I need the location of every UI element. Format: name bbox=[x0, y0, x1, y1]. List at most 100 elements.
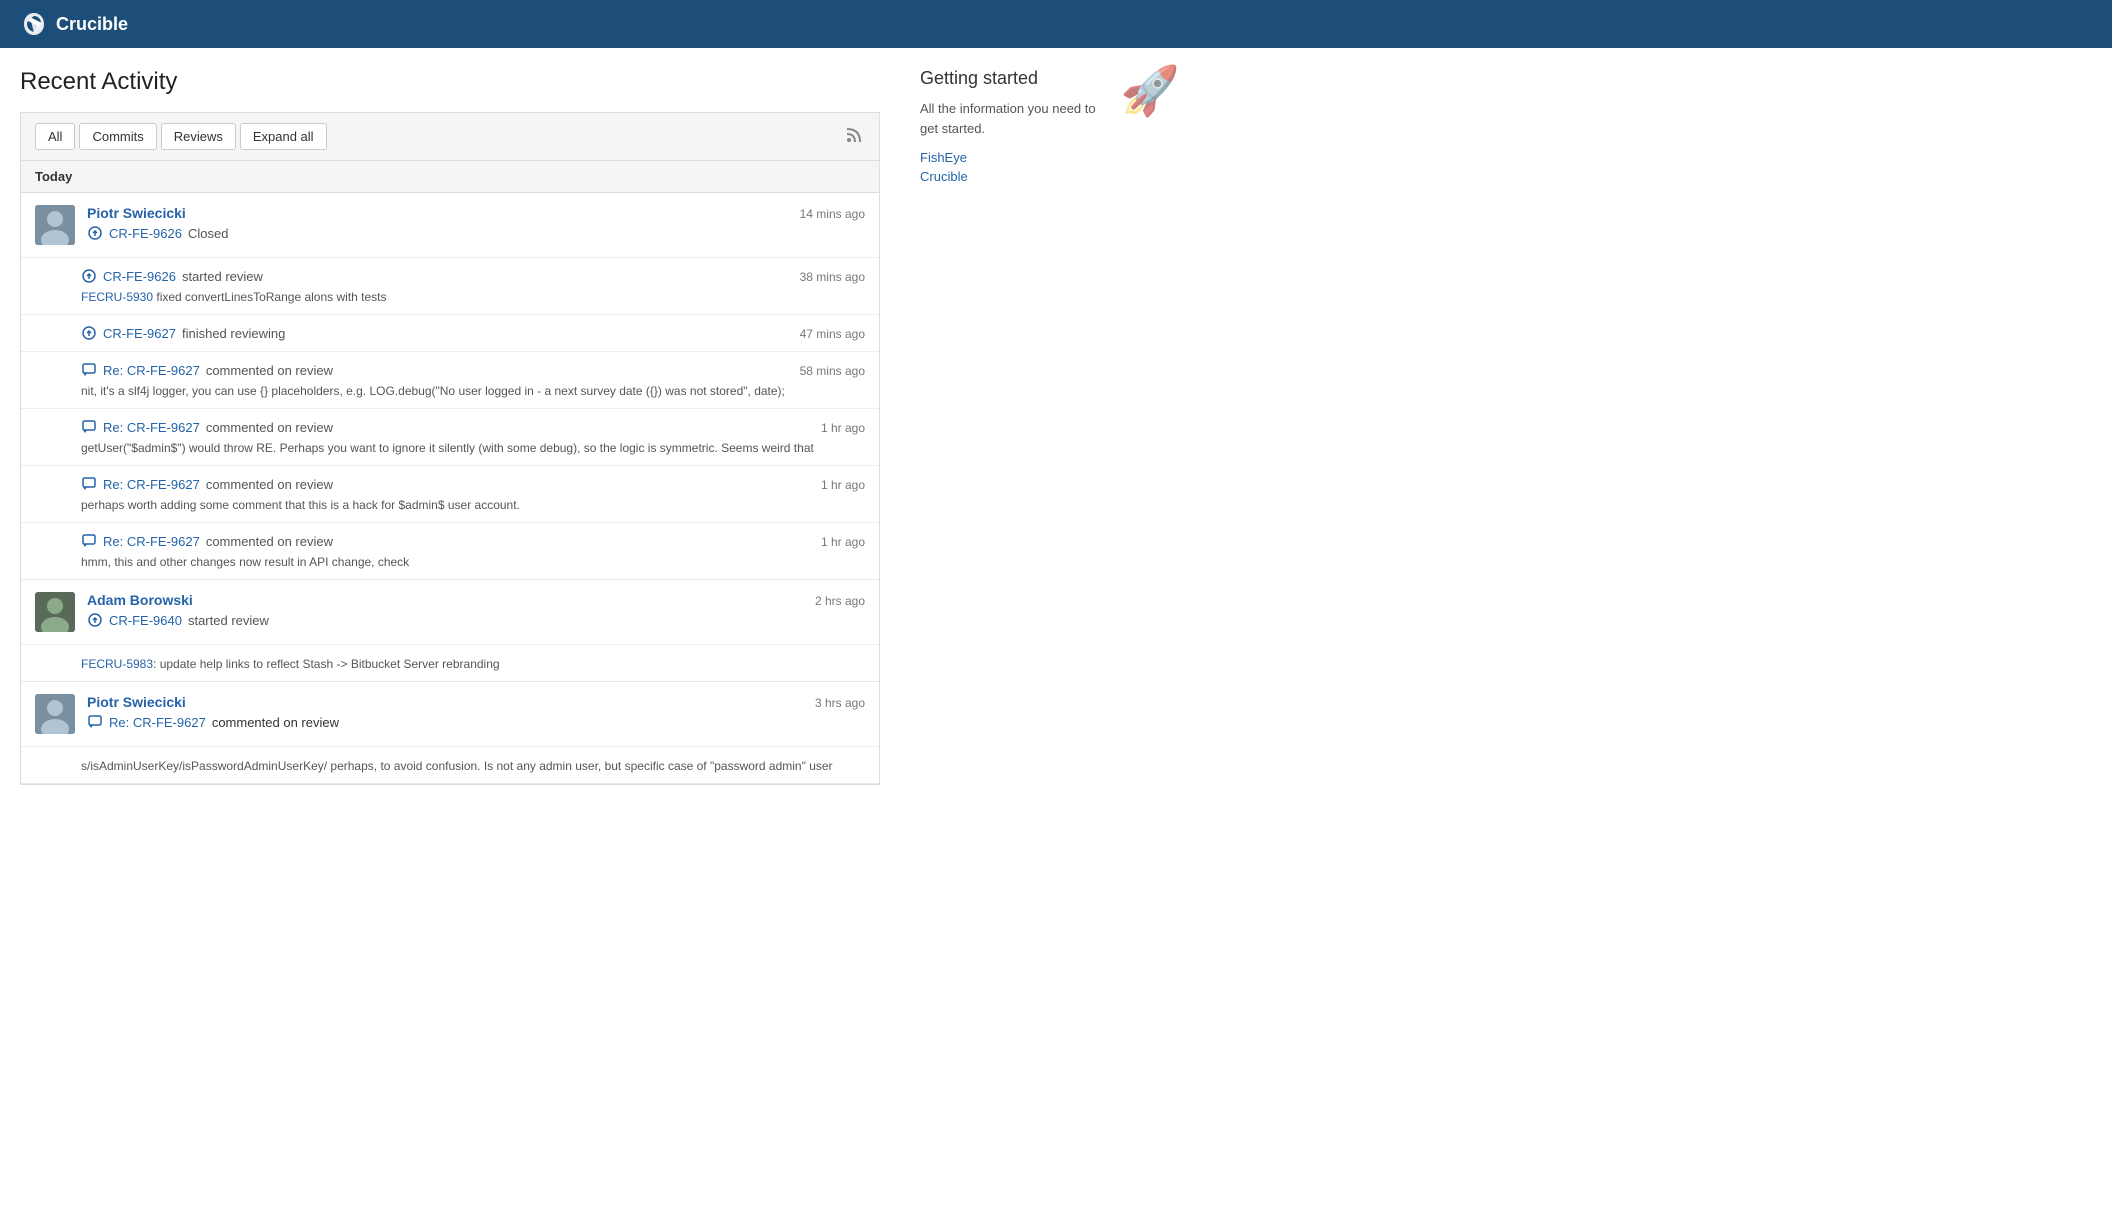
user-info-adam: Adam Borowski CR-FE-9640 started revie bbox=[87, 592, 803, 628]
sidebar-link-fisheye[interactable]: FishEye bbox=[920, 150, 1110, 165]
comment-link-3[interactable]: Re: CR-FE-9627 bbox=[103, 363, 200, 378]
sub-item-6: Re: CR-FE-9627 commented on review 1 hr … bbox=[21, 523, 879, 579]
sub-item-ref-6: Re: CR-FE-9627 commented on review bbox=[81, 533, 333, 549]
sub-review-link-9627-finish[interactable]: CR-FE-9627 bbox=[103, 326, 176, 341]
sub-commit-1: FECRU-5930 fixed convertLinesToRange alo… bbox=[81, 290, 865, 304]
commit-link-5930[interactable]: FECRU-5930 bbox=[81, 290, 153, 304]
sub-item-header-4: Re: CR-FE-9627 commented on review 1 hr … bbox=[81, 419, 865, 435]
sub-time-2: 47 mins ago bbox=[800, 325, 865, 341]
comment-text-3: nit, it's a slf4j logger, you can use {}… bbox=[81, 384, 865, 398]
comment-action-3: commented on review bbox=[206, 363, 333, 378]
sub-item-1: CR-FE-9626 started review 38 mins ago FE… bbox=[21, 258, 879, 315]
sub-action-1: started review bbox=[182, 269, 263, 284]
logo-text: Crucible bbox=[56, 14, 128, 35]
review-link-9626[interactable]: CR-FE-9626 bbox=[109, 226, 182, 241]
time-piotr-1: 14 mins ago bbox=[800, 205, 865, 221]
sub-item-header-2: CR-FE-9627 finished reviewing 47 mins ag… bbox=[81, 325, 865, 341]
review-sub-icon-1 bbox=[81, 268, 97, 284]
comment-action-4: commented on review bbox=[206, 420, 333, 435]
main-container: Recent Activity All Commits Reviews Expa… bbox=[0, 48, 1200, 805]
comment-link-4[interactable]: Re: CR-FE-9627 bbox=[103, 420, 200, 435]
review-ref-9626: CR-FE-9626 Closed bbox=[87, 225, 788, 241]
sub-item-4: Re: CR-FE-9627 commented on review 1 hr … bbox=[21, 409, 879, 466]
sub-item-ref-2: CR-FE-9627 finished reviewing bbox=[81, 325, 285, 341]
adam-commit-text: FECRU-5983: update help links to reflect… bbox=[81, 657, 865, 671]
comment-action-6: commented on review bbox=[206, 534, 333, 549]
review-status-9640: started review bbox=[188, 613, 269, 628]
sub-time-6: 1 hr ago bbox=[821, 533, 865, 549]
sub-item-ref-5: Re: CR-FE-9627 commented on review bbox=[81, 476, 333, 492]
user-name-piotr2[interactable]: Piotr Swiecicki bbox=[87, 694, 186, 710]
filter-reviews-button[interactable]: Reviews bbox=[161, 123, 236, 150]
sub-time-1: 38 mins ago bbox=[800, 268, 865, 284]
avatar-piotr2-image bbox=[35, 694, 75, 734]
header: Crucible bbox=[0, 0, 2112, 48]
review-icon-adam bbox=[87, 612, 103, 628]
logo[interactable]: Crucible bbox=[20, 10, 128, 38]
comment-action-5: commented on review bbox=[206, 477, 333, 492]
avatar-adam bbox=[35, 592, 75, 632]
time-piotr2: 3 hrs ago bbox=[815, 694, 865, 710]
filter-expand-all-button[interactable]: Expand all bbox=[240, 123, 327, 150]
sub-item-header-5: Re: CR-FE-9627 commented on review 1 hr … bbox=[81, 476, 865, 492]
crucible-logo-icon bbox=[20, 10, 48, 38]
sub-time-5: 1 hr ago bbox=[821, 476, 865, 492]
comment-text-4: getUser("$admin$") would throw RE. Perha… bbox=[81, 441, 865, 455]
sub-item-piotr2-1: s/isAdminUserKey/isPasswordAdminUserKey/… bbox=[21, 747, 879, 783]
sub-action-2: finished reviewing bbox=[182, 326, 285, 341]
review-status-9626: Closed bbox=[188, 226, 228, 241]
comment-icon-piotr2 bbox=[87, 714, 103, 730]
review-ref-9640: CR-FE-9640 started review bbox=[87, 612, 803, 628]
sub-item-header-6: Re: CR-FE-9627 commented on review 1 hr … bbox=[81, 533, 865, 549]
commit-text-adam: update help links to reflect Stash -> Bi… bbox=[160, 657, 500, 671]
comment-link-6[interactable]: Re: CR-FE-9627 bbox=[103, 534, 200, 549]
sub-item-adam-1: FECRU-5983: update help links to reflect… bbox=[21, 645, 879, 681]
sub-time-3: 58 mins ago bbox=[800, 362, 865, 378]
commit-link-5983[interactable]: FECRU-5983 bbox=[81, 657, 153, 671]
comment-link-5[interactable]: Re: CR-FE-9627 bbox=[103, 477, 200, 492]
user-info-piotr: Piotr Swiecicki CR-FE-9626 Closed bbox=[87, 205, 788, 241]
user-row-piotr: Piotr Swiecicki CR-FE-9626 Closed bbox=[21, 193, 879, 258]
filter-buttons: All Commits Reviews Expand all bbox=[35, 123, 327, 150]
sub-item-2: CR-FE-9627 finished reviewing 47 mins ag… bbox=[21, 315, 879, 352]
section-today: Today bbox=[21, 161, 879, 193]
rss-icon[interactable] bbox=[845, 124, 865, 149]
sidebar-link-crucible[interactable]: Crucible bbox=[920, 169, 1110, 184]
activity-group-piotr: Piotr Swiecicki CR-FE-9626 Closed bbox=[21, 193, 879, 580]
user-info-piotr2: Piotr Swiecicki Re: CR-FE-9627 commented… bbox=[87, 694, 803, 730]
avatar-piotr-image bbox=[35, 205, 75, 245]
user-name-adam[interactable]: Adam Borowski bbox=[87, 592, 193, 608]
sidebar-title: Getting started bbox=[920, 68, 1110, 89]
comment-icon-4 bbox=[81, 419, 97, 435]
filter-bar: All Commits Reviews Expand all bbox=[20, 112, 880, 160]
sub-review-link-9626[interactable]: CR-FE-9626 bbox=[103, 269, 176, 284]
review-icon bbox=[87, 225, 103, 241]
avatar-piotr2 bbox=[35, 694, 75, 734]
content-area: Recent Activity All Commits Reviews Expa… bbox=[20, 68, 880, 785]
review-sub-icon-2 bbox=[81, 325, 97, 341]
sub-item-ref-4: Re: CR-FE-9627 commented on review bbox=[81, 419, 333, 435]
rocket-icon: 🚀 bbox=[1120, 68, 1180, 116]
comment-icon-3 bbox=[81, 362, 97, 378]
avatar-adam-image bbox=[35, 592, 75, 632]
user-row-adam: Adam Borowski CR-FE-9640 started revie bbox=[21, 580, 879, 645]
activity-group-adam: Adam Borowski CR-FE-9640 started revie bbox=[21, 580, 879, 682]
sub-item-header-1: CR-FE-9626 started review 38 mins ago bbox=[81, 268, 865, 284]
activity-group-piotr2: Piotr Swiecicki Re: CR-FE-9627 commented… bbox=[21, 682, 879, 784]
comment-icon-5 bbox=[81, 476, 97, 492]
user-row-piotr2: Piotr Swiecicki Re: CR-FE-9627 commented… bbox=[21, 682, 879, 747]
comment-text-6: hmm, this and other changes now result i… bbox=[81, 555, 865, 569]
time-adam: 2 hrs ago bbox=[815, 592, 865, 608]
comment-link-piotr2[interactable]: Re: CR-FE-9627 bbox=[109, 715, 206, 730]
avatar-piotr bbox=[35, 205, 75, 245]
user-name-piotr[interactable]: Piotr Swiecicki bbox=[87, 205, 186, 221]
piotr2-comment-text: s/isAdminUserKey/isPasswordAdminUserKey/… bbox=[81, 759, 865, 773]
sub-item-ref-3: Re: CR-FE-9627 commented on review bbox=[81, 362, 333, 378]
comment-text-5: perhaps worth adding some comment that t… bbox=[81, 498, 865, 512]
filter-all-button[interactable]: All bbox=[35, 123, 75, 150]
sub-time-4: 1 hr ago bbox=[821, 419, 865, 435]
sidebar: Getting started All the information you … bbox=[920, 68, 1180, 785]
comment-icon-6 bbox=[81, 533, 97, 549]
review-link-9640[interactable]: CR-FE-9640 bbox=[109, 613, 182, 628]
filter-commits-button[interactable]: Commits bbox=[79, 123, 156, 150]
